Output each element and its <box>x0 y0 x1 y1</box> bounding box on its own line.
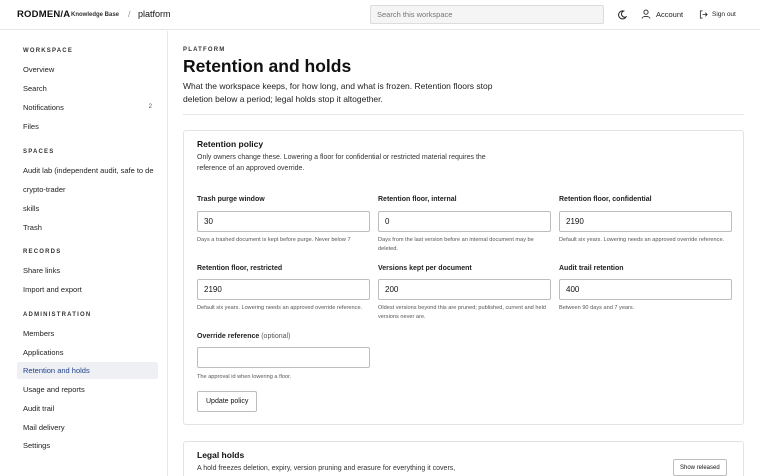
floor-internal-label: Retention floor, internal <box>378 196 457 203</box>
user-icon[interactable] <box>641 9 651 19</box>
versions-kept-hint: Oldest versions beyond this are pruned; … <box>378 305 546 320</box>
sidebar-section-administration: ADMINISTRATION <box>23 312 92 318</box>
brand-subtitle: Knowledge Base <box>71 12 120 18</box>
page-eyebrow: PLATFORM <box>183 47 226 53</box>
breadcrumb-workspace[interactable]: platform <box>138 9 171 19</box>
override-reference-input[interactable] <box>197 347 370 368</box>
override-reference-label: Override reference (optional) <box>197 333 291 340</box>
sidebar-item-overview[interactable]: Overview <box>17 61 158 78</box>
sidebar-item-share-links[interactable]: Share links <box>17 262 158 279</box>
sidebar-section-records: RECORDS <box>23 249 62 255</box>
sidebar-item-import-export[interactable]: Import and export <box>17 281 158 298</box>
floor-restricted-label: Retention floor, restricted <box>197 265 283 272</box>
sidebar-item-retention-holds[interactable]: Retention and holds <box>17 362 158 379</box>
page-title: Retention and holds <box>183 56 352 76</box>
sidebar-item-notifications[interactable]: Notifications 2 <box>17 99 158 116</box>
sidebar-item-files[interactable]: Files <box>17 118 158 135</box>
floor-confidential-label: Retention floor, confidential <box>559 196 652 203</box>
sidebar-item-settings[interactable]: Settings <box>17 437 158 454</box>
sidebar-item-usage-reports[interactable]: Usage and reports <box>17 381 158 398</box>
floor-internal-hint: Days from the last version before an int… <box>378 237 534 252</box>
sign-out-icon[interactable] <box>699 10 708 19</box>
audit-retention-hint: Between 90 days and 7 years. <box>559 305 635 311</box>
search-input[interactable] <box>370 5 604 24</box>
sidebar-item-members[interactable]: Members <box>17 325 158 342</box>
floor-internal-input[interactable] <box>378 211 551 232</box>
sidebar-item-crypto-trader[interactable]: crypto-trader <box>17 181 158 198</box>
trash-purge-input[interactable] <box>197 211 370 232</box>
sidebar-item-mail-delivery[interactable]: Mail delivery <box>17 419 158 436</box>
optional-tag: (optional) <box>261 333 291 340</box>
sidebar-item-applications[interactable]: Applications <box>17 344 158 361</box>
notification-count-badge: 2 <box>148 104 152 110</box>
top-bar: RODMEN/A Knowledge Base / platform Accou… <box>0 0 760 30</box>
override-reference-hint: The approval id when lowering a floor. <box>197 374 292 380</box>
trash-purge-hint: Days a trashed document is kept before p… <box>197 237 351 243</box>
divider <box>183 114 744 115</box>
sidebar-item-skills[interactable]: skills <box>17 200 158 217</box>
sidebar-section-spaces: SPACES <box>23 149 55 155</box>
audit-retention-input[interactable] <box>559 279 732 300</box>
floor-restricted-input[interactable] <box>197 279 370 300</box>
page-description: What the workspace keeps, for how long, … <box>183 81 493 104</box>
sidebar-section-workspace: WORKSPACE <box>23 48 74 54</box>
floor-confidential-input[interactable] <box>559 211 732 232</box>
breadcrumb-separator: / <box>128 9 131 19</box>
show-released-button[interactable]: Show released <box>673 459 727 476</box>
sidebar-item-audit-lab[interactable]: Audit lab (independent audit, safe to de <box>17 162 158 179</box>
legal-holds-title: Legal holds <box>197 450 245 460</box>
audit-retention-label: Audit trail retention <box>559 265 624 272</box>
sign-out-link[interactable]: Sign out <box>712 11 736 18</box>
moon-icon[interactable] <box>617 10 627 20</box>
versions-kept-input[interactable] <box>378 279 551 300</box>
sidebar-item-search[interactable]: Search <box>17 80 158 97</box>
trash-purge-label: Trash purge window <box>197 196 265 203</box>
retention-policy-title: Retention policy <box>197 139 264 149</box>
sidebar-item-trash[interactable]: Trash <box>17 219 158 236</box>
sidebar-item-audit-trail[interactable]: Audit trail <box>17 400 158 417</box>
legal-holds-description: A hold freezes deletion, expiry, version… <box>197 465 456 472</box>
account-link[interactable]: Account <box>656 10 683 19</box>
update-policy-button[interactable]: Update policy <box>197 391 258 412</box>
retention-policy-description: Only owners change these. Lowering a flo… <box>197 154 486 172</box>
brand-logo[interactable]: RODMEN/A <box>17 9 70 20</box>
versions-kept-label: Versions kept per document <box>378 265 472 272</box>
floor-confidential-hint: Default six years. Lowering needs an app… <box>559 237 725 243</box>
legal-holds-card: Legal holds A hold freezes deletion, exp… <box>183 441 744 476</box>
floor-restricted-hint: Default six years. Lowering needs an app… <box>197 305 363 311</box>
retention-policy-card: Retention policy Only owners change thes… <box>183 130 744 425</box>
sidebar: WORKSPACE Overview Search Notifications 2… <box>0 31 168 476</box>
